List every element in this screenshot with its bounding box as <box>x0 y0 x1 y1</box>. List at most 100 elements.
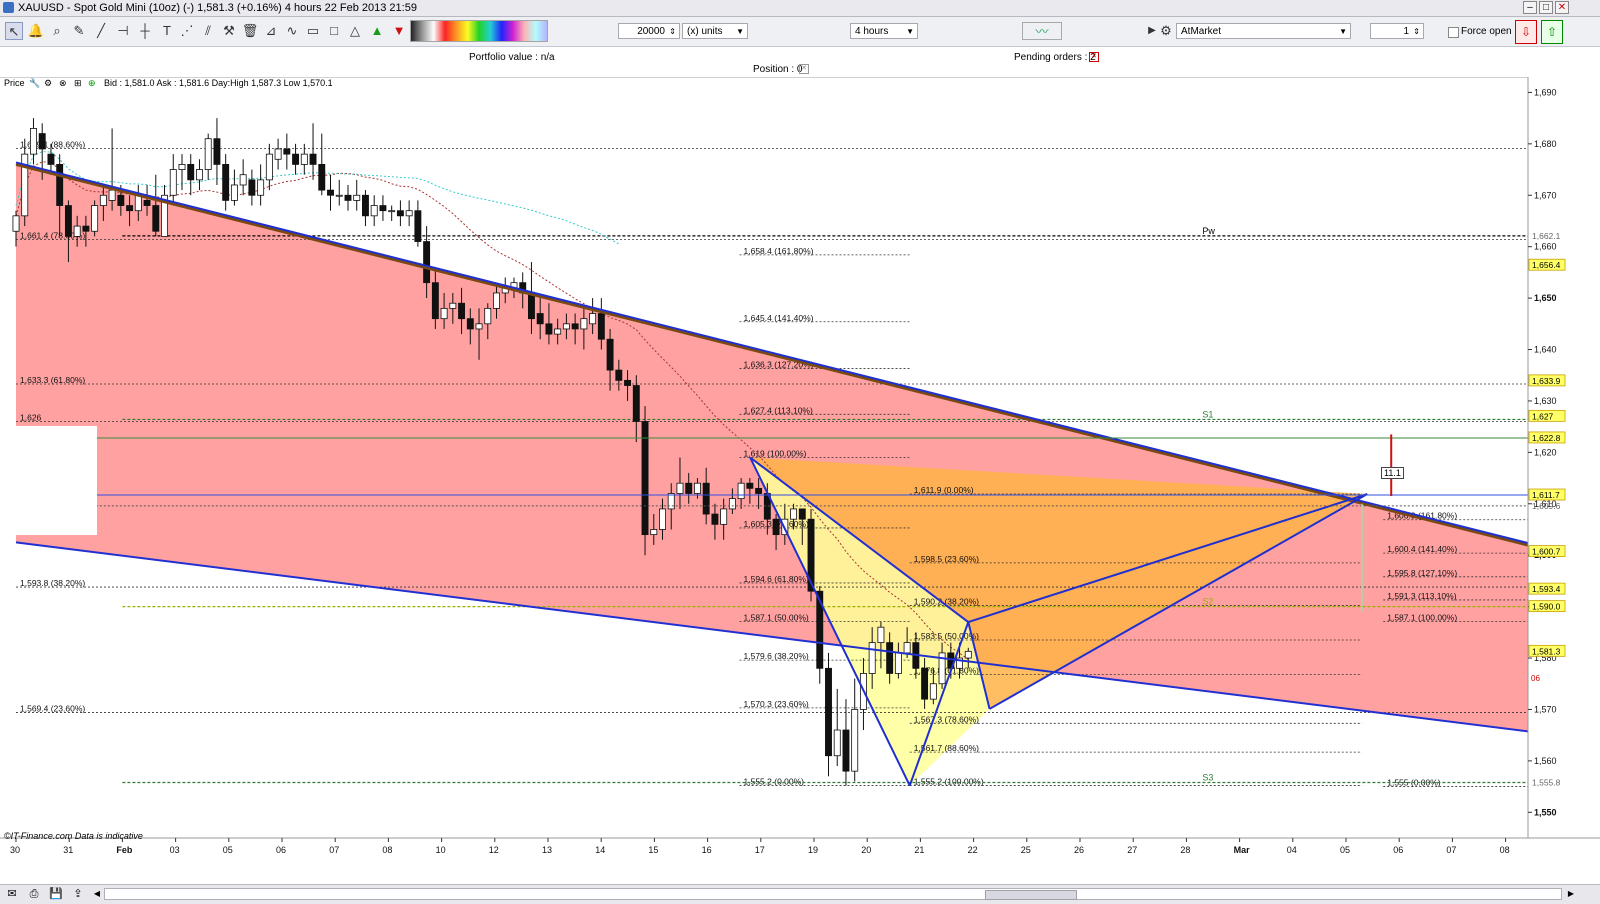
pending-orders-close-icon[interactable]: ✕ <box>1089 52 1099 62</box>
order-type-select[interactable]: AtMarket ▼ <box>1176 23 1351 39</box>
time-tick-label: 08 <box>382 845 392 855</box>
fibonacci-icon[interactable]: ⋰ <box>178 22 196 40</box>
time-tick-label: 19 <box>808 845 818 855</box>
candle-body <box>222 164 230 201</box>
channel-icon[interactable]: ⫽ <box>199 22 217 40</box>
horizontal-line-icon[interactable]: ⊣ <box>114 22 132 40</box>
fib-level-label: 1,619 (100.00%) <box>744 449 807 459</box>
close-icon[interactable]: ✕ <box>1555 1 1569 14</box>
settings-icon[interactable]: ⚙ <box>44 78 52 89</box>
color-palette[interactable] <box>410 20 548 42</box>
fib-level-label: 1,570.3 (23.60%) <box>744 699 809 709</box>
minimize-icon[interactable]: – <box>1523 1 1537 14</box>
window-icon[interactable]: ⊞ <box>74 78 82 89</box>
app-icon <box>3 2 14 13</box>
candle-body <box>484 307 492 325</box>
candle-body <box>580 318 588 330</box>
time-tick-label: 07 <box>329 845 339 855</box>
pattern-icon[interactable]: ⊿ <box>262 22 280 40</box>
sell-button[interactable]: ⇩ <box>1515 20 1537 44</box>
fib-level-label: 1,679.1 (88.60%) <box>20 139 85 149</box>
time-badge: 06 <box>1531 674 1540 683</box>
zoom-icon[interactable]: ⌕ <box>48 22 66 40</box>
candle-body <box>431 282 439 320</box>
price-chart[interactable]: 1,679.1 (88.60%) 1,661.4 (78.60%) 1,633.3 … <box>0 77 1600 903</box>
candle-body <box>248 179 256 196</box>
add-icon[interactable]: ⊕ <box>88 78 96 89</box>
candle-body <box>265 153 273 181</box>
maximize-icon[interactable]: □ <box>1539 1 1553 14</box>
alert-bell-icon[interactable]: 🔔 <box>27 22 45 40</box>
candle-body <box>772 518 780 536</box>
candle-body <box>659 508 666 530</box>
fib-level-label: 1,598.5 (23.60%) <box>914 554 979 564</box>
position-label: Position : 0 <box>753 64 803 75</box>
candle-body <box>877 626 885 644</box>
candle-body <box>615 369 623 381</box>
candle-body <box>126 205 134 212</box>
time-tick-label: 17 <box>755 845 765 855</box>
time-tick-label: 22 <box>968 845 978 855</box>
lots-input[interactable]: 1 ⇕ <box>1370 23 1424 39</box>
rectangle-icon[interactable]: □ <box>325 22 343 40</box>
timeframe-select[interactable]: 4 hours ▼ <box>850 23 918 39</box>
indicator-icon[interactable]: ∿ <box>283 22 301 40</box>
candle-body <box>676 482 684 494</box>
candle-body <box>370 205 378 217</box>
candle-body <box>737 482 745 500</box>
delete-icon[interactable]: 🗑 <box>241 22 259 40</box>
wrench-icon[interactable]: 🔧 <box>29 78 40 89</box>
candle-body <box>790 508 798 520</box>
time-tick-label: 05 <box>1340 845 1350 855</box>
ruler-icon[interactable]: ▭ <box>304 22 322 40</box>
print-icon[interactable]: ⎙ <box>26 887 42 901</box>
candle-body <box>82 225 90 232</box>
time-tick-label: 25 <box>1021 845 1031 855</box>
pivot-label: Pw <box>1202 226 1215 236</box>
window-title: XAUUSD - Spot Gold Mini (10oz) (-) 1,581… <box>18 2 417 14</box>
triangle-icon[interactable]: △ <box>346 22 364 40</box>
time-tick-label: Feb <box>116 845 133 855</box>
tools-icon[interactable]: ⚒ <box>220 22 238 40</box>
candle-body <box>606 338 614 371</box>
price-panel-label: Price <box>4 78 25 88</box>
pen-icon[interactable]: ✎ <box>70 22 88 40</box>
candle-body <box>632 385 640 422</box>
remove-icon[interactable]: ⊗ <box>59 78 67 89</box>
scroll-right-icon[interactable]: ▶ <box>1563 887 1579 901</box>
chart-canvas[interactable]: 1,679.1 (88.60%)1,661.4 (78.60%)1,633.3 … <box>0 77 1600 884</box>
email-icon[interactable]: ✉ <box>4 887 20 901</box>
pivot-label: S2 <box>1202 597 1213 607</box>
fib-level-label: 1,569.4 (23.60%) <box>20 704 85 714</box>
price-marker-label: 1,581.3 <box>1532 646 1561 656</box>
force-open-checkbox[interactable] <box>1448 27 1459 38</box>
buy-button[interactable]: ⇧ <box>1541 20 1563 44</box>
quantity-input[interactable]: 20000 ⇕ <box>618 23 680 39</box>
candle-body <box>493 292 500 309</box>
order-tool-icon[interactable]: ⚙ <box>1157 22 1175 40</box>
chart-scrollbar[interactable] <box>104 888 1562 900</box>
time-tick-label: 07 <box>1446 845 1456 855</box>
price-tick-label: 1,570 <box>1534 704 1557 714</box>
save-icon[interactable]: 💾 <box>48 887 64 901</box>
candle-body <box>117 194 125 206</box>
candle-body <box>702 482 710 515</box>
buy-arrow-icon[interactable]: ▲ <box>368 22 386 40</box>
text-tool-icon[interactable]: T <box>158 22 176 40</box>
position-close-icon[interactable]: ✕ <box>799 64 809 74</box>
export-icon[interactable]: ⇪ <box>70 887 86 901</box>
trendline-icon[interactable]: ╱ <box>92 22 110 40</box>
pivot-label: S3 <box>1202 772 1213 782</box>
sell-arrow-icon[interactable]: ▼ <box>390 22 408 40</box>
candle-body <box>475 323 483 330</box>
vertical-line-icon[interactable]: ┼ <box>136 22 154 40</box>
scrollbar-thumb[interactable] <box>985 890 1077 900</box>
candle-body <box>178 164 186 170</box>
price-marker-label: 1,656.4 <box>1532 260 1561 270</box>
pointer-icon[interactable]: ↖ <box>5 22 23 40</box>
chart-type-icon[interactable]: 〰 <box>1022 22 1062 40</box>
units-select[interactable]: (x) units ▼ <box>682 23 748 39</box>
price-marker-label: 1,600.7 <box>1532 547 1561 557</box>
scroll-left-icon[interactable]: ◀ <box>89 887 105 901</box>
title-bar: XAUUSD - Spot Gold Mini (10oz) (-) 1,581… <box>0 0 1600 17</box>
